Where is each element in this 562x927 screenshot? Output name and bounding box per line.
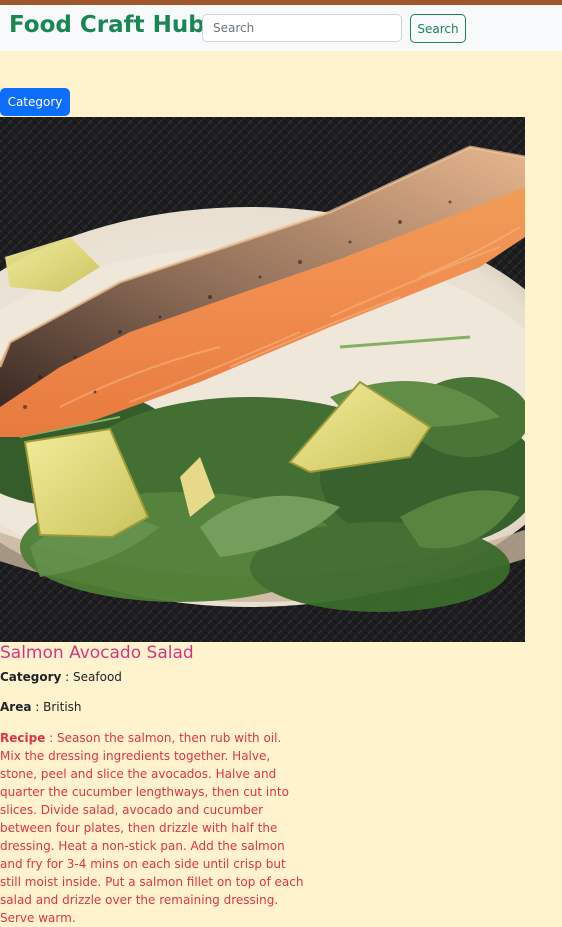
- meal-area-value: British: [43, 700, 82, 714]
- meal-recipe-label: Recipe: [0, 731, 46, 745]
- meal-category: Category : Seafood: [0, 670, 122, 684]
- navbar: Food Craft Hub Search: [0, 5, 562, 51]
- search-button[interactable]: Search: [410, 14, 466, 43]
- meal-recipe-text: Season the salmon, then rub with oil. Mi…: [0, 731, 304, 925]
- meal-title: Salmon Avocado Salad: [0, 643, 194, 663]
- category-button[interactable]: Category: [0, 88, 70, 116]
- brand-logo[interactable]: Food Craft Hub: [9, 9, 205, 41]
- meal-recipe: Recipe : Season the salmon, then rub wit…: [0, 731, 304, 925]
- search-input[interactable]: [202, 14, 402, 42]
- meal-image: [0, 117, 525, 642]
- meal-area-label: Area: [0, 700, 32, 714]
- meal-category-label: Category: [0, 670, 62, 684]
- meal-area: Area : British: [0, 700, 82, 714]
- meal-category-value: Seafood: [73, 670, 122, 684]
